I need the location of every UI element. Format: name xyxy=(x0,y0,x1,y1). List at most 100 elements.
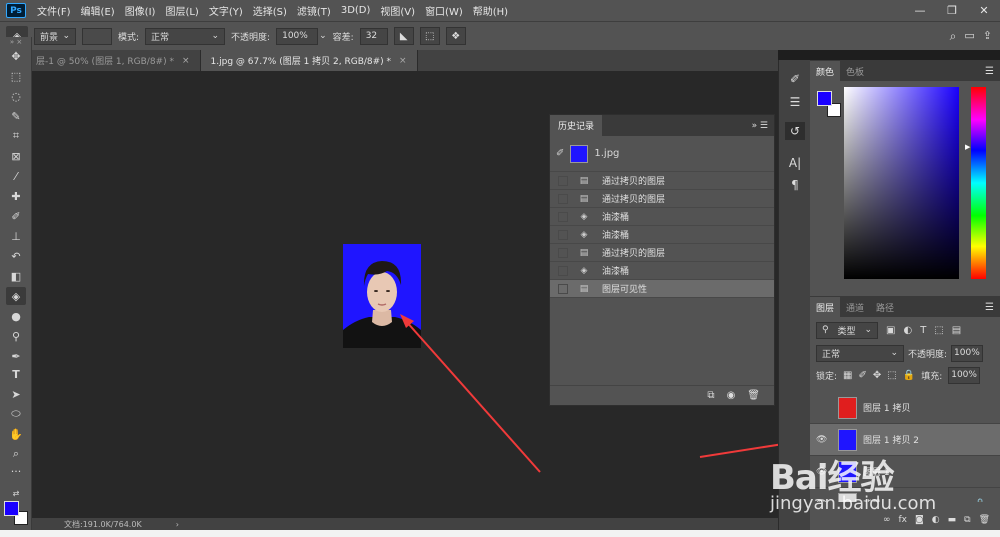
history-checkbox[interactable] xyxy=(558,283,568,294)
annotation-arrowhead-1 xyxy=(400,314,414,328)
history-item[interactable]: ▤ 通过拷贝的图层 xyxy=(550,172,774,190)
color-panel-header: 颜色 色板 ☰ xyxy=(810,60,1000,81)
filter-pixel-icon[interactable]: ▣ xyxy=(886,325,895,336)
tab-channels[interactable]: 通道 xyxy=(840,297,870,317)
history-snapshot[interactable]: ✐ 1.jpg xyxy=(550,136,774,172)
bottom-strip xyxy=(0,530,1000,537)
document-icon: ▤ xyxy=(579,193,589,204)
search-icon: ⚲ xyxy=(822,325,829,335)
watermark-logo: Bai经验 xyxy=(770,458,895,498)
history-checkbox[interactable] xyxy=(558,265,568,276)
paint-bucket-icon: ◈ xyxy=(580,229,588,240)
annotation-arrow-1 xyxy=(404,319,541,473)
history-item[interactable]: ▤ 通过拷贝的图层 xyxy=(550,244,774,262)
history-item[interactable]: ▤ 通过拷贝的图层 xyxy=(550,190,774,208)
link-layers-icon[interactable]: ∞ xyxy=(883,515,891,525)
layer-name: 图层 1 拷贝 2 xyxy=(863,436,920,446)
character-panel-icon[interactable]: A| xyxy=(785,154,805,172)
tab-paths[interactable]: 路径 xyxy=(870,297,900,317)
history-footer: ⧉ ◉ 🗑 xyxy=(550,385,774,405)
adjustments-icon[interactable]: ☰ xyxy=(785,93,805,111)
filter-adjustment-icon[interactable]: ◐ xyxy=(903,325,912,336)
hue-slider[interactable] xyxy=(971,87,986,279)
new-document-from-state-icon[interactable]: ⧉ xyxy=(707,390,714,401)
paint-bucket-icon: ◈ xyxy=(580,211,588,222)
new-snapshot-icon[interactable]: ◉ xyxy=(727,390,736,401)
status-bar: 文档:191.0K/764.0K › xyxy=(32,518,778,530)
history-item-label: 油漆桶 xyxy=(602,213,630,223)
layer-thumbnail xyxy=(838,396,857,419)
layer-mask-icon[interactable]: ◙ xyxy=(915,515,924,525)
fill-input[interactable]: 100% xyxy=(948,366,981,384)
layers-panel-header: 图层 通道 路径 ☰ xyxy=(810,296,1000,317)
layer-opacity-input[interactable]: 100% xyxy=(951,344,984,362)
new-layer-icon[interactable]: ⧉ xyxy=(964,515,970,525)
lock-artboard-icon[interactable]: ⬚ xyxy=(887,370,896,381)
history-checkbox[interactable] xyxy=(558,211,568,222)
lock-all-icon[interactable]: 🔒 xyxy=(903,370,915,381)
document-size-status: 文档:191.0K/764.0K xyxy=(64,519,142,529)
blend-mode-value: 正常 xyxy=(822,349,841,360)
history-panel-title[interactable]: 历史记录 xyxy=(550,115,603,136)
history-checkbox[interactable] xyxy=(558,247,568,258)
snapshot-thumbnail xyxy=(570,144,589,163)
delete-state-icon[interactable]: 🗑 xyxy=(747,390,760,401)
history-panel-icon[interactable]: ↺ xyxy=(785,122,805,140)
panel-menu-icon[interactable]: » ☰ xyxy=(752,121,774,131)
history-panel: 历史记录 » ☰ ✐ 1.jpg ▤ 通过拷贝的图层 ▤ 通过拷贝的图层 ◈ 油漆桶 ◈ 油漆… xyxy=(549,114,775,406)
layer-effects-icon[interactable]: fx xyxy=(899,515,908,525)
layer-name: 图层 1 拷贝 xyxy=(863,404,911,414)
document-icon: ▤ xyxy=(579,175,589,186)
layer-filter-value: 类型 xyxy=(837,326,856,337)
filter-smart-icon[interactable]: ▤ xyxy=(952,325,961,336)
adjustment-layer-icon[interactable]: ◐ xyxy=(932,515,940,525)
history-item[interactable]: ▤ 图层可见性 xyxy=(550,280,774,298)
chevron-down-icon: ⌄ xyxy=(890,348,898,358)
fill-label: 填充: xyxy=(921,371,943,382)
brush-settings-icon[interactable]: ✐ xyxy=(785,70,805,88)
tab-color[interactable]: 颜色 xyxy=(810,61,841,81)
chevron-right-icon[interactable]: › xyxy=(176,520,179,529)
blend-mode-select[interactable]: 正常 ⌄ xyxy=(816,344,904,362)
layer-thumbnail xyxy=(838,428,857,451)
history-item[interactable]: ◈ 油漆桶 xyxy=(550,262,774,280)
lock-pixels-icon[interactable]: ✐ xyxy=(859,370,867,381)
tab-layers[interactable]: 图层 xyxy=(810,297,841,317)
history-item-label: 油漆桶 xyxy=(602,231,630,241)
lock-label: 锁定: xyxy=(816,371,838,382)
lock-icon: 🔒 xyxy=(975,499,986,503)
history-item[interactable]: ◈ 油漆桶 xyxy=(550,226,774,244)
layer-filter-select[interactable]: ⚲ 类型 ⌄ xyxy=(816,321,878,339)
history-panel-header: 历史记录 » ☰ xyxy=(550,115,774,136)
history-checkbox[interactable] xyxy=(558,193,568,204)
snapshot-label: 1.jpg xyxy=(594,148,620,159)
color-panel-foreground-swatch[interactable] xyxy=(817,91,832,106)
filter-shape-icon[interactable]: ⬚ xyxy=(934,325,943,336)
chevron-down-icon: ⌄ xyxy=(864,325,872,335)
history-item[interactable]: ◈ 油漆桶 xyxy=(550,208,774,226)
history-list: ▤ 通过拷贝的图层 ▤ 通过拷贝的图层 ◈ 油漆桶 ◈ 油漆桶 ▤ 通过拷贝的图层 ◈ 油漆桶 ▤ 图层可… xyxy=(550,172,774,298)
delete-layer-icon[interactable]: 🗑 xyxy=(979,515,990,525)
history-item-label: 图层可见性 xyxy=(602,285,648,295)
lock-position-icon[interactable]: ✥ xyxy=(873,370,881,381)
lock-transparent-icon[interactable]: ▦ xyxy=(843,370,852,381)
panel-menu-icon[interactable]: ☰ xyxy=(985,66,1000,81)
filter-type-icon[interactable]: T xyxy=(920,325,926,336)
layer-row[interactable]: 图层 1 拷贝 xyxy=(810,392,1000,424)
watermark-url: jingyan.baidu.com xyxy=(770,493,937,514)
document-icon: ▤ xyxy=(579,247,589,258)
hue-marker-icon[interactable]: ▶ xyxy=(965,143,970,151)
history-brush-source-icon[interactable]: ✐ xyxy=(556,148,564,159)
history-checkbox[interactable] xyxy=(558,175,568,186)
paint-bucket-icon: ◈ xyxy=(580,265,588,276)
color-picker-field[interactable] xyxy=(844,87,959,279)
paragraph-panel-icon[interactable]: ¶ xyxy=(785,176,805,194)
new-group-icon[interactable]: ▬ xyxy=(948,515,957,525)
history-checkbox[interactable] xyxy=(558,229,568,240)
fill-value: 100% xyxy=(951,370,977,380)
layer-opacity-value: 100% xyxy=(954,348,980,358)
tab-swatches[interactable]: 色板 xyxy=(840,61,870,81)
eye-icon[interactable]: 👁 xyxy=(816,435,830,445)
history-item-label: 通过拷贝的图层 xyxy=(602,195,666,205)
panel-menu-icon[interactable]: ☰ xyxy=(985,302,1000,317)
